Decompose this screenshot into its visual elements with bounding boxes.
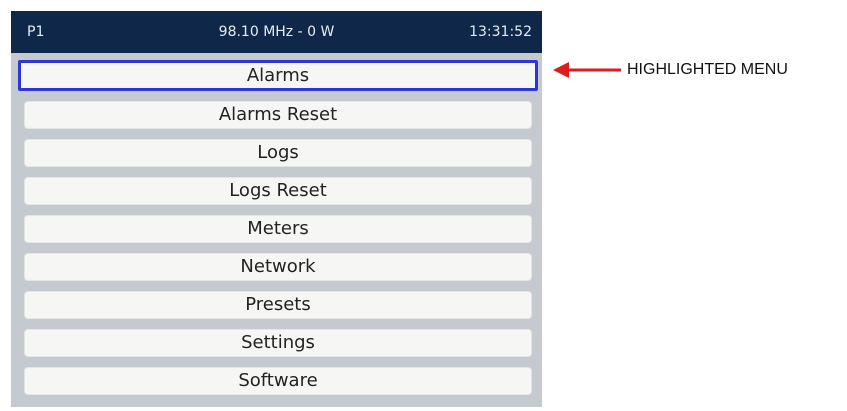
menu-item-network[interactable]: Network <box>24 253 532 281</box>
clock: 13:31:52 <box>469 24 532 40</box>
menu-item-logs[interactable]: Logs <box>24 139 532 167</box>
highlight-annotation: HIGHLIGHTED MENU <box>553 55 843 85</box>
frequency-power-readout: 98.10 MHz - 0 W <box>218 24 335 40</box>
device-screen: P1 98.10 MHz - 0 W 13:31:52 Alarms Alarm… <box>11 11 542 407</box>
menu-item-settings[interactable]: Settings <box>24 329 532 357</box>
menu-item-meters[interactable]: Meters <box>24 215 532 243</box>
menu-item-alarms[interactable]: Alarms <box>18 60 538 91</box>
menu-item-software[interactable]: Software <box>24 367 532 395</box>
annotation-label: HIGHLIGHTED MENU <box>627 61 788 78</box>
status-bar: P1 98.10 MHz - 0 W 13:31:52 <box>11 11 542 53</box>
menu-item-alarms-reset[interactable]: Alarms Reset <box>24 101 532 129</box>
red-arrow-icon <box>553 62 621 78</box>
menu-item-logs-reset[interactable]: Logs Reset <box>24 177 532 205</box>
menu-item-presets[interactable]: Presets <box>24 291 532 319</box>
